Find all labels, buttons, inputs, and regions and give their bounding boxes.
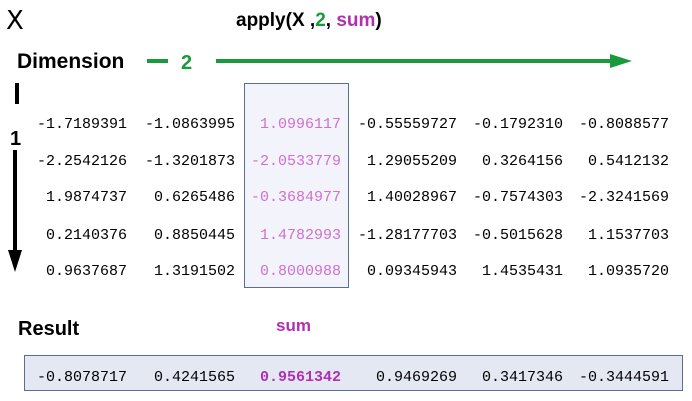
matrix-cell: -0.8088577: [578, 116, 669, 133]
matrix-cell: 0.2140376: [45, 227, 127, 244]
matrix-cell: -0.5015628: [472, 227, 563, 244]
matrix-cell: -0.1792310: [472, 116, 563, 133]
matrix-cell: 0.3264156: [481, 153, 563, 170]
matrix-cell: -1.3201873: [144, 153, 235, 170]
matrix-cell: 1.0935720: [587, 263, 669, 280]
matrix-cell: 0.09345943: [366, 263, 457, 280]
result-cell: 0.9469269: [375, 369, 457, 386]
result-cell: -0.8078717: [36, 369, 127, 386]
matrix-cell: -0.3684977: [250, 189, 341, 206]
matrix-cell: 1.4782993: [259, 227, 341, 244]
result-label: Result: [18, 318, 80, 340]
matrix-cell: 1.40028967: [366, 189, 457, 206]
matrix-cell: -1.7189391: [36, 116, 127, 133]
matrix-cell: -2.0533779: [250, 153, 341, 170]
matrix-cell: 0.5412132: [587, 153, 669, 170]
matrix-cell: -0.7574303: [472, 189, 563, 206]
matrix-cell: -1.0863995: [144, 116, 235, 133]
highlighted-column-box: [244, 83, 349, 288]
apply-sum-diagram: X apply(X ,2, sum) Dimension 2 1 -1.7189…: [0, 0, 692, 401]
result-cell: -0.3444591: [578, 369, 669, 386]
matrix-cell: 1.9874737: [45, 189, 127, 206]
matrix-cell: 1.1537703: [587, 227, 669, 244]
result-cell: 0.9561342: [259, 369, 341, 386]
matrix-cell: 0.9637687: [45, 263, 127, 280]
matrix-cell: -1.28177703: [357, 227, 457, 244]
dimension-2-arrowhead: [610, 54, 632, 68]
matrix-cell: -0.55559727: [357, 116, 457, 133]
matrix-cell: 1.3191502: [153, 263, 235, 280]
matrix-cell: 0.8850445: [153, 227, 235, 244]
sum-label: sum: [276, 316, 311, 335]
matrix-cell: 1.29055209: [366, 153, 457, 170]
matrix-cell: 0.6265486: [153, 189, 235, 206]
matrix-cell: 1.0996117: [259, 116, 341, 133]
result-cell: 0.4241565: [153, 369, 235, 386]
result-cell: 0.3417346: [481, 369, 563, 386]
matrix-cell: -2.2542126: [36, 153, 127, 170]
matrix-cell: -2.3241569: [578, 189, 669, 206]
matrix-cell: 1.4535431: [481, 263, 563, 280]
matrix-cell: 0.8000988: [259, 263, 341, 280]
